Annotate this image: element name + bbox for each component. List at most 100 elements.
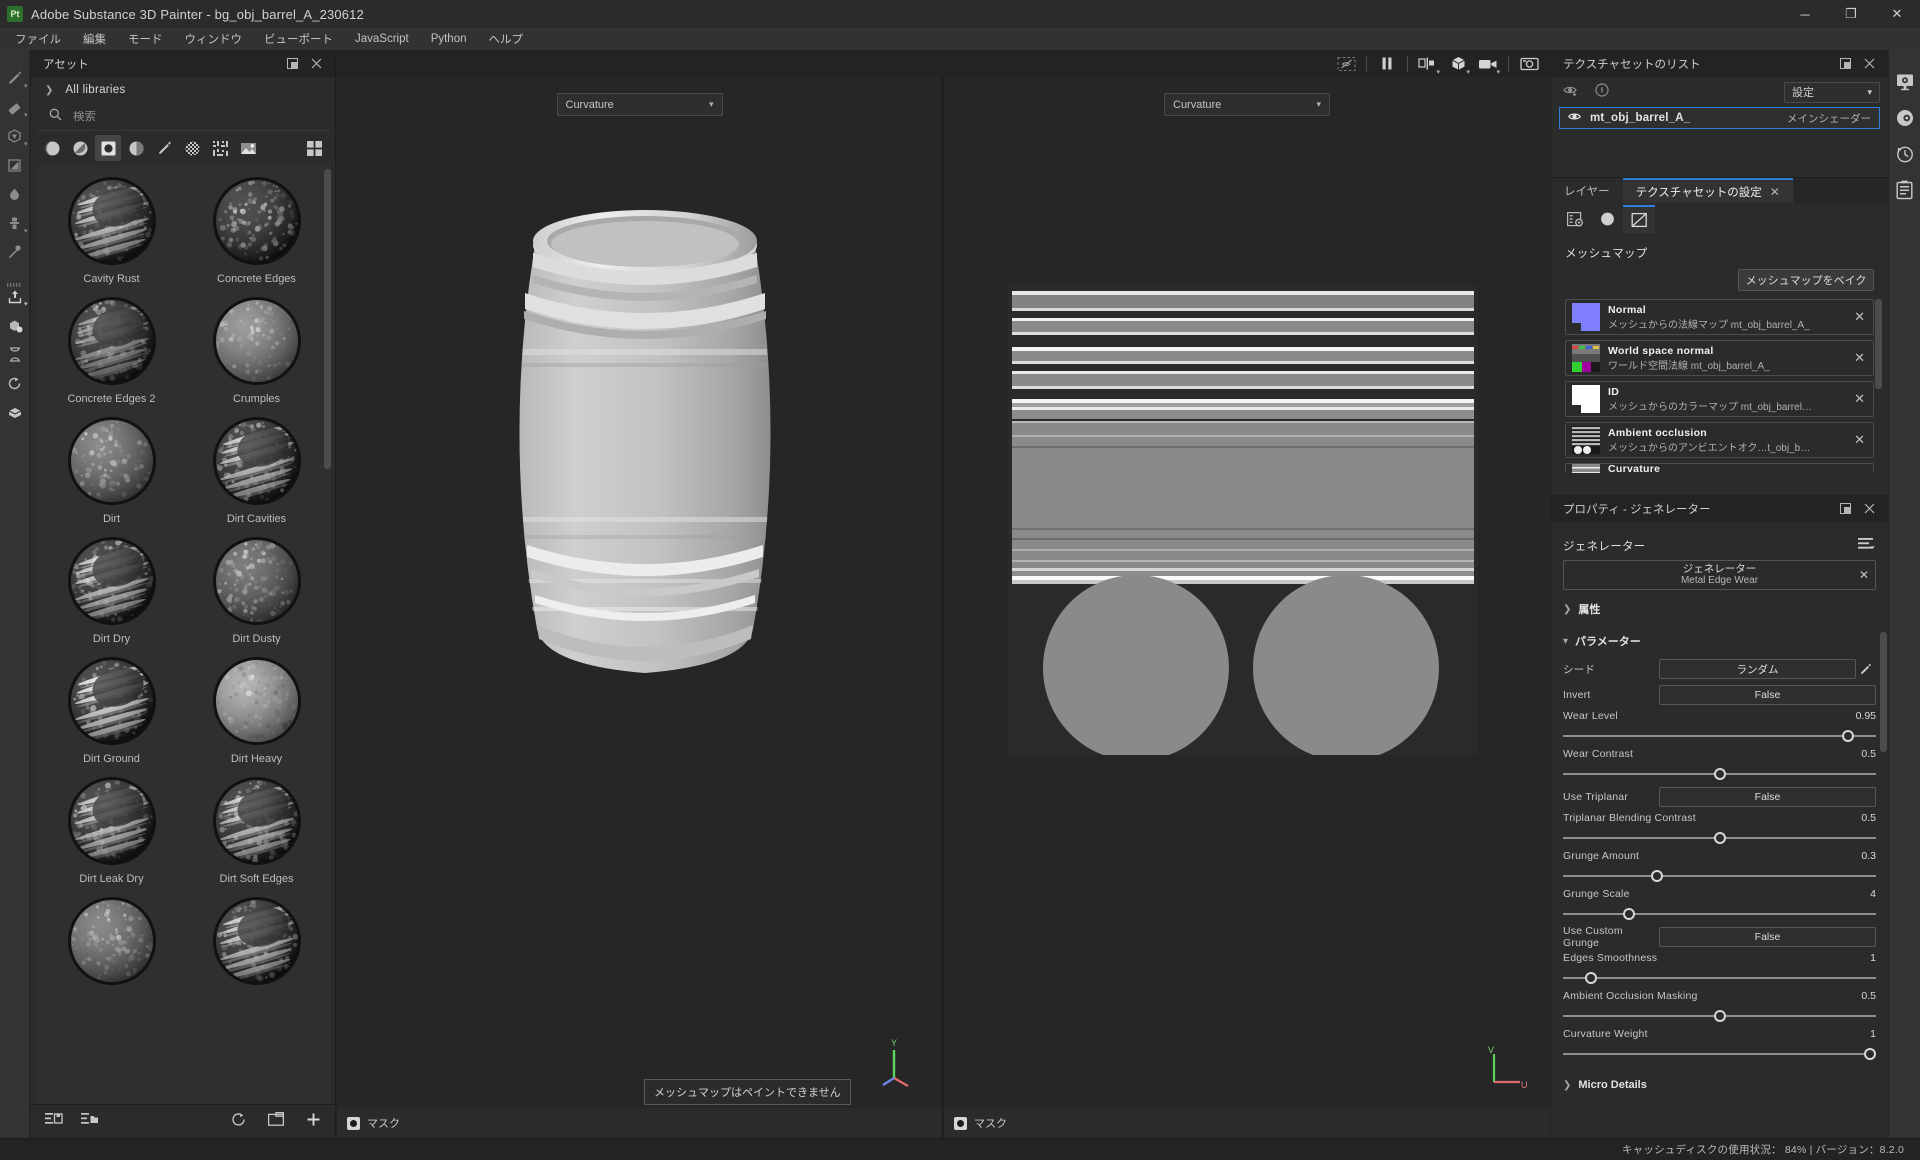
mesh-map-remove-icon[interactable]: ✕ — [1854, 391, 1867, 407]
brush-filter[interactable] — [151, 135, 177, 161]
smudge-tool-icon[interactable] — [2, 180, 28, 209]
maximize-panel-icon[interactable] — [1838, 502, 1852, 516]
add-icon[interactable] — [306, 1112, 321, 1132]
asset-item[interactable]: Concrete Edges 2 — [39, 289, 184, 409]
polygon-fill-tool-icon[interactable] — [2, 151, 28, 180]
refresh-icon[interactable] — [231, 1112, 246, 1132]
tab-0[interactable]: レイヤー — [1551, 178, 1623, 203]
maximize-panel-icon[interactable] — [285, 57, 299, 71]
asset-item[interactable]: Dirt Dry — [39, 529, 184, 649]
generator-card[interactable]: ジェネレーター Metal Edge Wear ✕ — [1563, 560, 1876, 590]
menu-item-6[interactable]: Python — [420, 30, 478, 48]
geometry-tool-icon[interactable] — [2, 398, 28, 427]
slider-knob[interactable] — [1863, 1048, 1876, 1060]
paint-brush-tool-icon[interactable]: ▾ — [2, 64, 28, 93]
menu-item-3[interactable]: ウィンドウ — [174, 28, 254, 50]
parameter-slider[interactable] — [1563, 1008, 1876, 1024]
viewport-3d[interactable]: Curvature ▾ Y メッシュマップはペイントできません マスク — [337, 77, 943, 1138]
asset-item[interactable]: Dirt Leak Dry — [39, 769, 184, 889]
alpha-filter[interactable] — [179, 135, 205, 161]
info-icon[interactable] — [1595, 82, 1609, 102]
parameter-slider[interactable] — [1563, 830, 1876, 846]
asset-item[interactable]: Dirt Soft Edges — [184, 769, 329, 889]
parameter-value-button[interactable]: False — [1659, 787, 1876, 807]
open-folder-icon[interactable] — [267, 1111, 285, 1131]
assets-scrollbar[interactable] — [324, 169, 331, 469]
mesh-map-item[interactable]: Curvature — [1565, 463, 1874, 473]
resources-updater-tool-icon[interactable] — [2, 369, 28, 398]
close-button[interactable]: ✕ — [1874, 0, 1920, 28]
all-libraries-row[interactable]: ❯ All libraries — [31, 77, 335, 103]
edit-pencil-icon[interactable] — [1856, 663, 1876, 676]
eraser-tool-icon[interactable]: ▾ — [2, 93, 28, 122]
parameter-slider[interactable] — [1563, 868, 1876, 884]
save-asset-icon[interactable] — [45, 1112, 63, 1132]
asset-item[interactable]: Cavity Rust — [39, 169, 184, 289]
bake-tool-icon[interactable] — [2, 311, 28, 340]
parameters-section-header[interactable]: ▾ パラメーター — [1563, 628, 1876, 654]
maximize-button[interactable]: ❐ — [1828, 0, 1874, 28]
parameter-value-button[interactable]: ランダム — [1659, 659, 1856, 679]
log-icon[interactable] — [1891, 172, 1919, 208]
texture-set-shader[interactable]: メインシェーダー — [1787, 111, 1871, 126]
mesh-map-item[interactable]: World space normal ワールド空間法線 mt_obj_barrel… — [1565, 340, 1874, 376]
viewport-layout-icon[interactable]: ▾ — [1413, 51, 1443, 77]
mesh-map-item[interactable]: Ambient occlusion メッシュからのアンビエントオク…t_obj_b… — [1565, 422, 1874, 458]
asset-shelf-icon[interactable] — [81, 1112, 99, 1132]
parameter-value-button[interactable]: False — [1659, 685, 1876, 705]
channel-selector-3d[interactable]: Curvature ▾ — [556, 93, 723, 116]
menu-item-7[interactable]: ヘルプ — [478, 28, 535, 50]
asset-item[interactable]: Dirt Cavities — [184, 409, 329, 529]
mesh-map-remove-icon[interactable]: ✕ — [1854, 309, 1867, 325]
menu-item-4[interactable]: ビューポート — [253, 28, 344, 50]
minimize-button[interactable]: ─ — [1782, 0, 1828, 28]
asset-item[interactable]: Dirt Dusty — [184, 529, 329, 649]
asset-item[interactable] — [184, 889, 329, 997]
tab-1[interactable]: テクスチャセットの設定 ✕ — [1622, 178, 1793, 203]
environment-filter[interactable] — [235, 135, 261, 161]
slider-knob[interactable] — [1585, 972, 1598, 984]
menu-item-2[interactable]: モード — [117, 28, 174, 50]
parameter-slider[interactable] — [1563, 970, 1876, 986]
history-tool-icon[interactable] — [2, 340, 28, 369]
mesh-map-remove-icon[interactable]: ✕ — [1854, 350, 1867, 366]
micro-details-section-header[interactable]: ❯ Micro Details — [1563, 1072, 1876, 1098]
menu-item-5[interactable]: JavaScript — [344, 30, 420, 48]
asset-item[interactable]: Dirt — [39, 409, 184, 529]
close-panel-icon[interactable] — [1862, 502, 1876, 516]
smart-material-filter[interactable] — [67, 135, 93, 161]
export-tool-icon[interactable]: ▾ — [2, 282, 28, 311]
slider-knob[interactable] — [1841, 730, 1854, 742]
attributes-section-header[interactable]: ❯ 属性 — [1563, 596, 1876, 622]
camera-icon[interactable]: ▾ — [1473, 51, 1503, 77]
smart-mask-filter[interactable] — [123, 135, 149, 161]
tab-close-icon[interactable]: ✕ — [1770, 185, 1780, 199]
texture-set-settings-dropdown[interactable]: 設定 ▾ — [1784, 81, 1880, 103]
parameter-slider[interactable] — [1563, 1046, 1876, 1062]
channel-selector-uv[interactable]: Curvature ▾ — [1164, 93, 1330, 116]
grid-view-toggle[interactable] — [301, 135, 327, 161]
asset-item[interactable]: Dirt Ground — [39, 649, 184, 769]
clone-stamp-tool-icon[interactable]: ▾ — [2, 209, 28, 238]
slider-knob[interactable] — [1713, 832, 1726, 844]
color-picker-tool-icon[interactable] — [2, 238, 28, 267]
asset-item[interactable]: Concrete Edges — [184, 169, 329, 289]
mesh-map-remove-icon[interactable]: ✕ — [1854, 432, 1867, 448]
slider-knob[interactable] — [1713, 1010, 1726, 1022]
channels-icon[interactable] — [1591, 205, 1623, 233]
slider-knob[interactable] — [1713, 768, 1726, 780]
material-filter[interactable] — [39, 135, 65, 161]
texture-set-row-mt-obj-barrel-a[interactable]: mt_obj_barrel_A_ メインシェーダー — [1559, 107, 1880, 129]
bake-mesh-maps-button[interactable]: メッシュマップをベイク — [1738, 269, 1874, 291]
viewport-uv[interactable]: Curvature ▾ V U マスク — [944, 77, 1550, 1138]
mesh-map-item[interactable]: Normal メッシュからの法線マップ mt_obj_barrel_A_ ✕ — [1565, 299, 1874, 335]
properties-scrollbar[interactable] — [1880, 632, 1887, 752]
assets-search-input[interactable] — [73, 110, 273, 123]
projection-tool-icon[interactable]: ▾ — [2, 122, 28, 151]
maximize-panel-icon[interactable] — [1838, 57, 1852, 71]
mesh-maps-icon[interactable] — [1623, 205, 1655, 233]
mesh-maps-scrollbar[interactable] — [1875, 299, 1882, 389]
screenshot-icon[interactable] — [1514, 51, 1544, 77]
slider-knob[interactable] — [1650, 870, 1663, 882]
parameter-slider[interactable] — [1563, 728, 1876, 744]
